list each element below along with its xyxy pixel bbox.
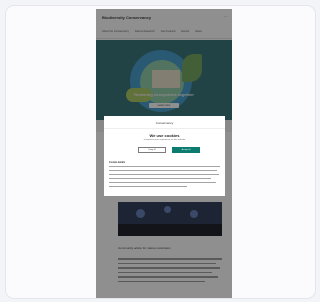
accept-button[interactable]: Accept all [172,147,200,153]
details-heading: Cookie details [109,161,126,164]
preview-card: Biodiversity Conservancy ⋯ About the Con… [5,5,316,299]
dialog-title: We use cookies [149,133,180,138]
cookie-description [109,166,220,190]
deny-button[interactable]: Deny all [138,147,166,153]
dialog-brand: Conservancy [155,121,174,125]
dialog-subtitle: to improve your experience on this websi… [143,139,186,141]
dialog-divider [104,128,225,129]
cookie-consent-dialog: Conservancy We use cookies to improve yo… [104,116,225,196]
